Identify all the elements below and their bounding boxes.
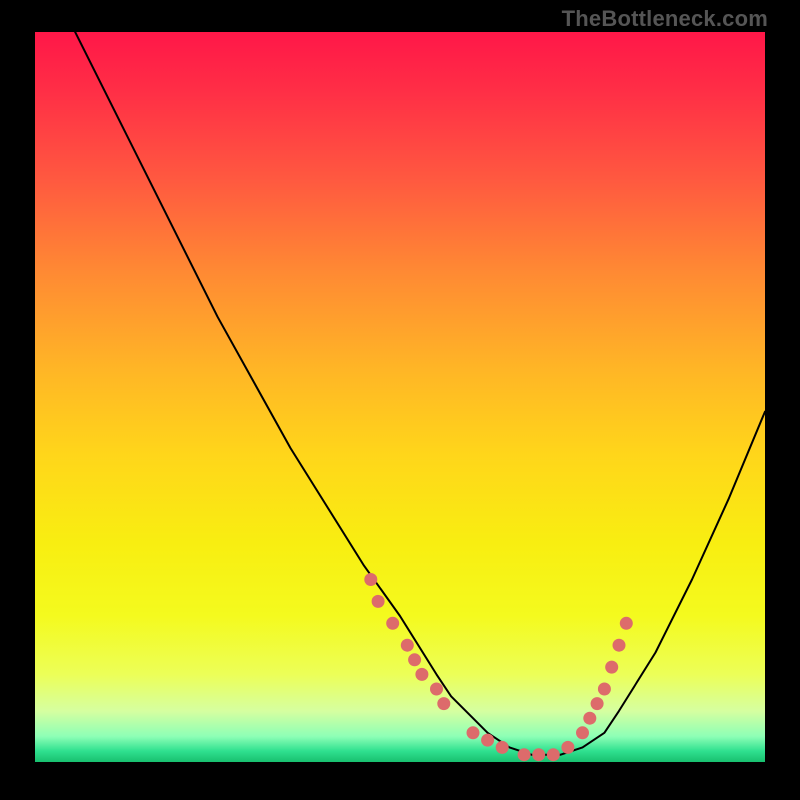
right-marker-band-dot <box>598 683 611 696</box>
bottom-marker-band-dot <box>518 748 531 761</box>
plot-area <box>35 32 765 762</box>
right-marker-band-dot <box>591 697 604 710</box>
left-marker-band-dot <box>408 653 421 666</box>
watermark-text: TheBottleneck.com <box>562 6 768 32</box>
left-marker-band-dot <box>372 595 385 608</box>
left-marker-band-dot <box>401 639 414 652</box>
bottom-marker-band-dot <box>561 741 574 754</box>
left-marker-band-dot <box>415 668 428 681</box>
left-marker-band-dot <box>386 617 399 630</box>
right-marker-band-dot <box>605 661 618 674</box>
right-marker-band-dot <box>613 639 626 652</box>
left-marker-band-dot <box>364 573 377 586</box>
bottleneck-curve <box>35 32 765 762</box>
bottom-marker-band-dot <box>532 748 545 761</box>
bottom-marker-band-dot <box>496 741 509 754</box>
left-marker-band-dot <box>437 697 450 710</box>
bottom-marker-band-dot <box>547 748 560 761</box>
right-marker-band-dot <box>576 726 589 739</box>
right-marker-band-dot <box>583 712 596 725</box>
chart-frame: TheBottleneck.com <box>0 0 800 800</box>
right-marker-band-dot <box>620 617 633 630</box>
bottom-marker-band-dot <box>467 726 480 739</box>
bottom-marker-band-dot <box>481 734 494 747</box>
left-marker-band-dot <box>430 683 443 696</box>
